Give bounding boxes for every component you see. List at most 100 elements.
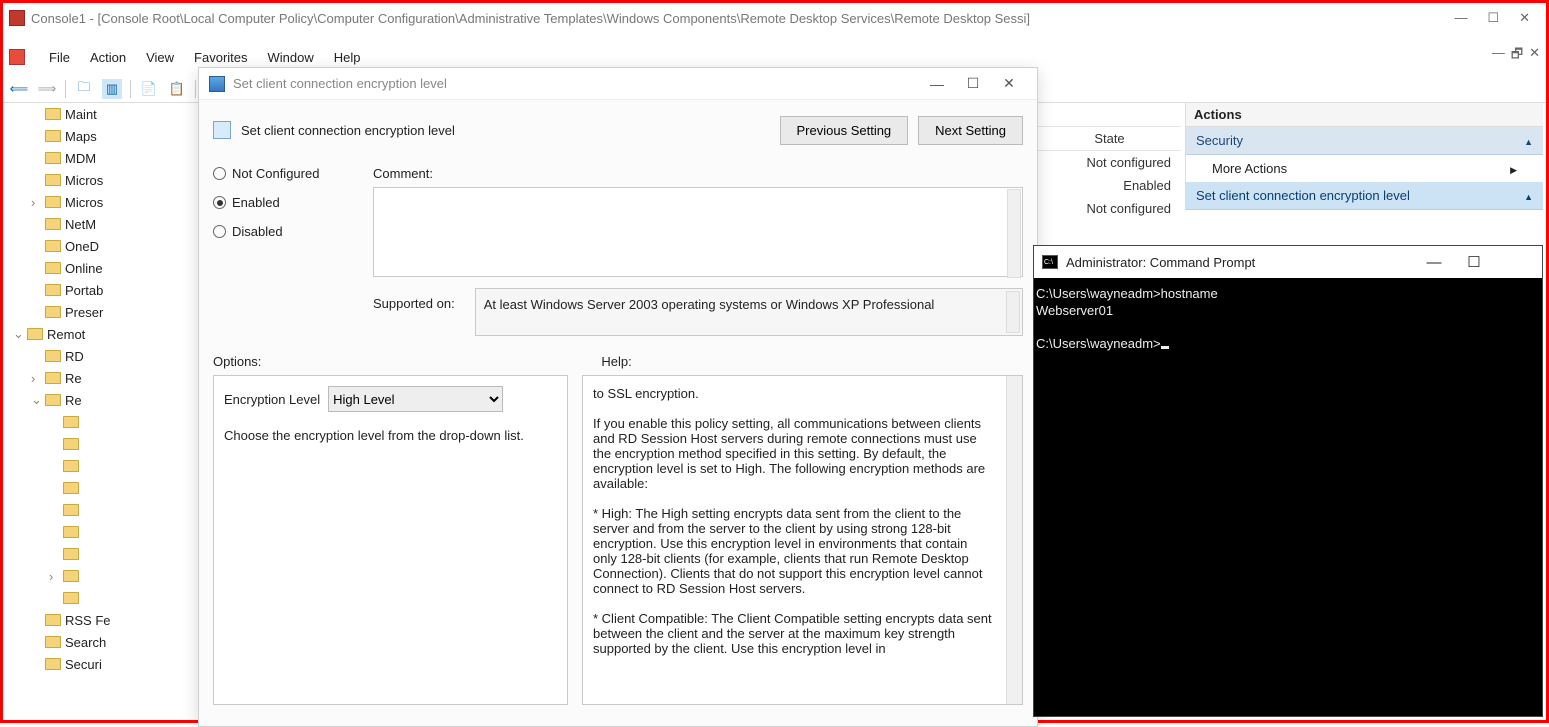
tree-node[interactable]: Securi: [3, 653, 198, 675]
actions-more[interactable]: More Actions: [1186, 155, 1543, 182]
tree-node[interactable]: Preser: [3, 301, 198, 323]
folder-icon: [45, 372, 61, 384]
folder-icon: [45, 636, 61, 648]
folder-icon: [27, 328, 43, 340]
folder-icon: [45, 262, 61, 274]
encryption-level-select[interactable]: High Level: [328, 386, 503, 412]
properties-button[interactable]: 📄: [139, 79, 159, 99]
tree-label: MDM: [65, 151, 96, 166]
folder-icon: [45, 658, 61, 670]
tree-node[interactable]: MDM: [3, 147, 198, 169]
setting-row[interactable]: Not configured: [1038, 151, 1181, 174]
cmd-maximize[interactable]: ☐: [1454, 253, 1494, 271]
tree-node[interactable]: ›: [3, 565, 198, 587]
mmc-icon: [9, 10, 25, 26]
folder-icon: [63, 548, 79, 560]
up-button[interactable]: 🗀: [74, 79, 94, 99]
next-setting-button[interactable]: Next Setting: [918, 116, 1023, 145]
navigation-tree[interactable]: MaintMaps MDM Micros ›MicrosNetMOneD Online P…: [3, 103, 198, 717]
tree-node[interactable]: [3, 477, 198, 499]
console-icon: [9, 49, 25, 65]
app-title: Console1 - [Console Root\Local Computer …: [31, 11, 1454, 26]
menu-file[interactable]: File: [49, 50, 70, 65]
mdi-minimize[interactable]: —: [1492, 45, 1505, 67]
tree-label: Online: [65, 261, 103, 276]
tree-node[interactable]: ⌄Re: [3, 389, 198, 411]
cmd-icon: C:\: [1042, 255, 1058, 269]
show-hide-tree-button[interactable]: ▥: [102, 79, 122, 99]
radio-not-configured[interactable]: Not Configured: [213, 166, 353, 181]
setting-row[interactable]: Enabled: [1038, 174, 1181, 197]
folder-icon: [45, 240, 61, 252]
tree-node[interactable]: [3, 433, 198, 455]
tree-node[interactable]: Maint: [3, 103, 198, 125]
tree-node[interactable]: [3, 587, 198, 609]
tree-node[interactable]: ⌄Remot: [3, 323, 198, 345]
expand-icon[interactable]: ⌄: [31, 392, 45, 408]
menu-action[interactable]: Action: [90, 50, 126, 65]
menu-help[interactable]: Help: [334, 50, 361, 65]
mdi-close[interactable]: ✕: [1529, 45, 1540, 67]
tree-label: Micros: [65, 173, 103, 188]
folder-icon: [45, 218, 61, 230]
expand-icon[interactable]: ›: [31, 371, 45, 386]
folder-icon: [45, 614, 61, 626]
mdi-restore[interactable]: 🗗: [1511, 45, 1523, 67]
cmd-minimize[interactable]: —: [1414, 254, 1454, 271]
minimize-button[interactable]: —: [1454, 10, 1467, 26]
radio-disabled[interactable]: Disabled: [213, 224, 353, 239]
app-titlebar: Console1 - [Console Root\Local Computer …: [3, 3, 1546, 33]
scrollbar[interactable]: [1007, 189, 1021, 278]
expand-icon[interactable]: ›: [49, 569, 63, 584]
tree-node[interactable]: [3, 411, 198, 433]
tree-node[interactable]: Online: [3, 257, 198, 279]
supported-text: At least Windows Server 2003 operating s…: [484, 297, 935, 312]
expand-icon[interactable]: ⌄: [13, 326, 27, 342]
options-label: Options:: [213, 354, 261, 369]
tree-node[interactable]: [3, 499, 198, 521]
close-button[interactable]: ✕: [1519, 10, 1530, 26]
export-button[interactable]: 📋: [167, 79, 187, 99]
scrollbar[interactable]: [1006, 291, 1020, 333]
terminal-output[interactable]: C:\Users\wayneadm>hostname Webserver01 C…: [1034, 278, 1542, 361]
tree-node[interactable]: Portab: [3, 279, 198, 301]
menu-favorites[interactable]: Favorites: [194, 50, 247, 65]
tree-node[interactable]: [3, 543, 198, 565]
tree-node[interactable]: Search: [3, 631, 198, 653]
dialog-close[interactable]: ✕: [991, 75, 1027, 92]
tree-node[interactable]: [3, 455, 198, 477]
scrollbar[interactable]: [1006, 376, 1022, 704]
tree-node[interactable]: [3, 521, 198, 543]
column-header-state[interactable]: State: [1038, 127, 1181, 151]
actions-group-setting[interactable]: Set client connection encryption level: [1186, 182, 1543, 210]
tree-node[interactable]: Micros: [3, 169, 198, 191]
collapse-icon: [1524, 133, 1533, 148]
back-button[interactable]: ⟸: [9, 79, 29, 99]
maximize-button[interactable]: ☐: [1487, 10, 1499, 26]
tree-node[interactable]: ›Micros: [3, 191, 198, 213]
radio-enabled[interactable]: Enabled: [213, 195, 353, 210]
previous-setting-button[interactable]: Previous Setting: [780, 116, 909, 145]
menu-window[interactable]: Window: [268, 50, 314, 65]
tree-node[interactable]: ›Re: [3, 367, 198, 389]
tree-node[interactable]: NetM: [3, 213, 198, 235]
folder-icon: [45, 174, 61, 186]
chevron-right-icon: [1510, 161, 1517, 176]
folder-icon: [45, 284, 61, 296]
tree-node[interactable]: RSS Fe: [3, 609, 198, 631]
cmd-title: Administrator: Command Prompt: [1066, 255, 1414, 270]
supported-label: Supported on:: [373, 288, 455, 336]
policy-heading: Set client connection encryption level: [241, 123, 770, 138]
dialog-maximize[interactable]: ☐: [955, 75, 991, 92]
tree-node[interactable]: Maps: [3, 125, 198, 147]
forward-button[interactable]: ⟹: [37, 79, 57, 99]
tree-node[interactable]: OneD: [3, 235, 198, 257]
dialog-minimize[interactable]: —: [919, 76, 955, 92]
actions-group-security[interactable]: Security: [1186, 127, 1543, 155]
tree-node[interactable]: RD: [3, 345, 198, 367]
expand-icon[interactable]: ›: [31, 195, 45, 210]
collapse-icon: [1524, 188, 1533, 203]
comment-field[interactable]: [373, 187, 1023, 277]
menu-view[interactable]: View: [146, 50, 174, 65]
setting-row[interactable]: Not configured: [1038, 197, 1181, 220]
